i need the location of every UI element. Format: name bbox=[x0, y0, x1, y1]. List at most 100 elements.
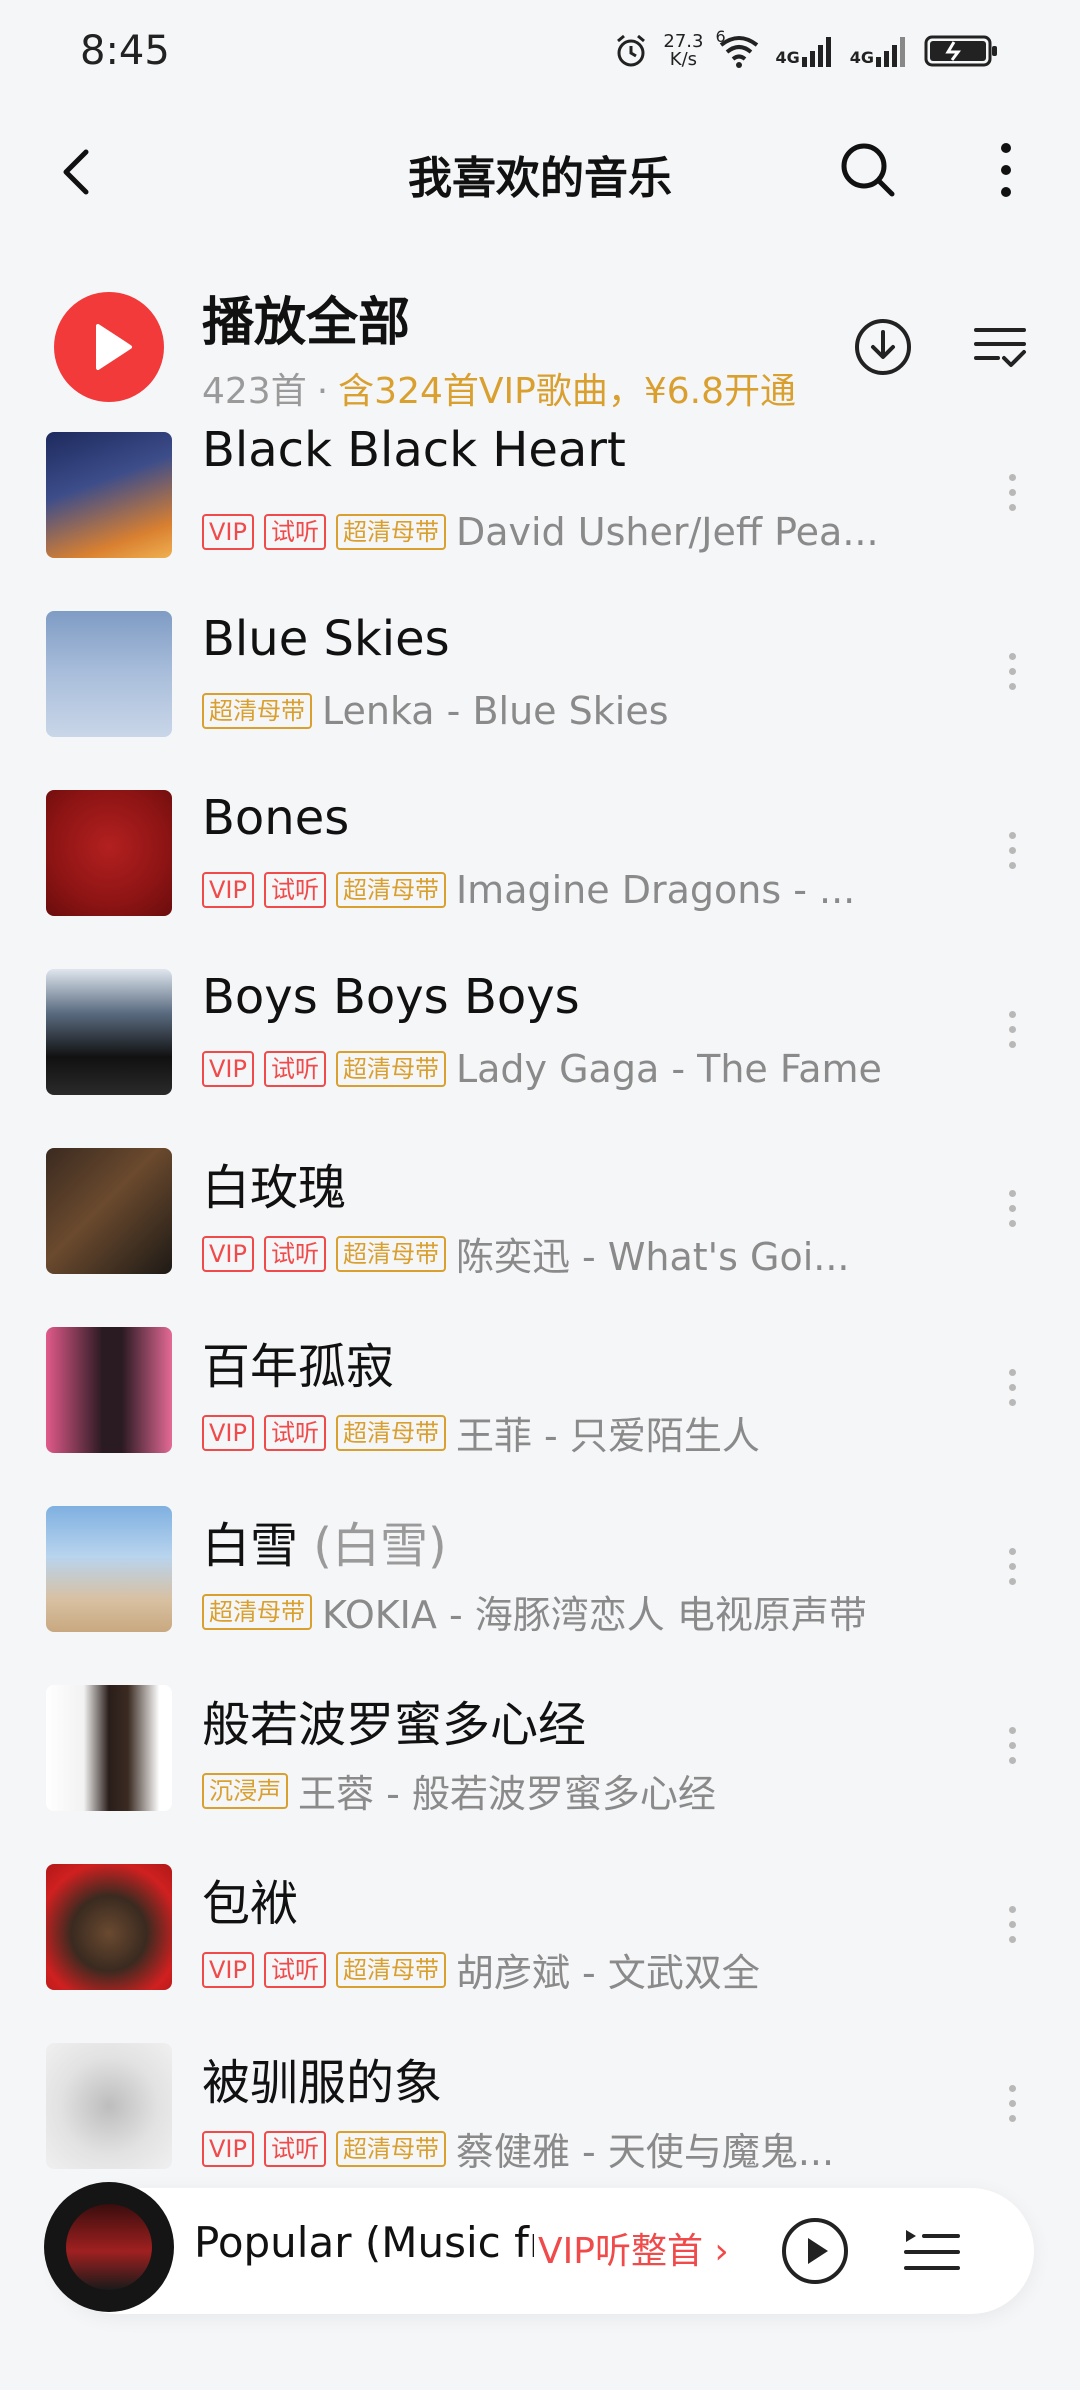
song-more-button[interactable] bbox=[1000, 828, 1024, 878]
song-row[interactable]: 被驯服的象 VIP 试听 超清母带 蔡健雅 - 天使与魔鬼... bbox=[0, 1999, 1080, 2178]
list-check-icon bbox=[974, 328, 1026, 367]
search-icon bbox=[841, 143, 895, 197]
page-title: 我喜欢的音乐 bbox=[408, 153, 672, 204]
song-more-button[interactable] bbox=[1000, 1365, 1024, 1415]
artist-album: Lenka - Blue Skies bbox=[322, 689, 669, 733]
vip-tag: VIP bbox=[202, 514, 254, 550]
wifi-icon: 6 bbox=[715, 27, 761, 69]
artist-album: 王菲 - 只爱陌生人 bbox=[455, 1414, 760, 1458]
artist-album: Lady Gaga - The Fame bbox=[455, 1047, 882, 1091]
hq-master-tag: 超清母带 bbox=[202, 693, 312, 729]
song-more-button[interactable] bbox=[1000, 1007, 1024, 1057]
song-title: Bones bbox=[202, 790, 350, 846]
mini-play-button[interactable] bbox=[780, 2216, 850, 2286]
song-title-alias: (白雪) bbox=[298, 1518, 447, 1574]
vip-tag: VIP bbox=[202, 1051, 254, 1087]
song-meta: 沉浸声 王蓉 - 般若波罗蜜多心经 bbox=[202, 1763, 892, 1818]
hq-master-tag: 超清母带 bbox=[335, 1951, 446, 1988]
album-cover bbox=[46, 1864, 172, 1990]
album-cover bbox=[46, 432, 172, 558]
album-cover bbox=[46, 969, 172, 1095]
trial-tag: 试听 bbox=[263, 2130, 326, 2167]
song-row[interactable]: Black Black Heart VIP 试听 超清母带 David Ushe… bbox=[0, 388, 1080, 567]
song-row[interactable]: Blue Skies 超清母带 Lenka - Blue Skies bbox=[0, 567, 1080, 746]
download-icon bbox=[855, 319, 911, 375]
song-row[interactable]: 白雪 (白雪) 超清母带 KOKIA - 海豚湾恋人 电视原声带 bbox=[0, 1462, 1080, 1641]
song-meta: VIP 试听 超清母带 Imagine Dragons - ... bbox=[202, 868, 892, 912]
song-meta: VIP 试听 超清母带 Lady Gaga - The Fame bbox=[202, 1047, 892, 1091]
net-speed: 27.3 K/s bbox=[663, 33, 703, 69]
immersive-tag: 沉浸声 bbox=[202, 1772, 288, 1809]
artist-album: KOKIA - 海豚湾恋人 电视原声带 bbox=[322, 1593, 867, 1637]
vip-tag: VIP bbox=[202, 872, 254, 908]
song-meta: 超清母带 KOKIA - 海豚湾恋人 电视原声带 bbox=[202, 1584, 892, 1639]
hq-master-tag: 超清母带 bbox=[335, 514, 446, 550]
album-cover bbox=[46, 1506, 172, 1632]
trial-tag: 试听 bbox=[263, 1414, 326, 1451]
song-row[interactable]: 白玫瑰 VIP 试听 超清母带 陈奕迅 - What's Goi... bbox=[0, 1104, 1080, 1283]
play-all-label: 播放全部 bbox=[202, 293, 411, 353]
playlist-icon bbox=[904, 2230, 960, 2270]
artist-album: 胡彦斌 - 文武双全 bbox=[455, 1951, 760, 1995]
now-playing-cover bbox=[66, 2204, 152, 2290]
alarm-icon bbox=[617, 34, 646, 67]
download-button[interactable] bbox=[852, 316, 914, 378]
song-row[interactable]: Bones VIP 试听 超清母带 Imagine Dragons - ... bbox=[0, 746, 1080, 925]
hq-master-tag: 超清母带 bbox=[335, 1051, 446, 1087]
battery-icon bbox=[924, 35, 997, 67]
net-speed-unit: K/s bbox=[669, 49, 698, 70]
mini-player[interactable]: Popular (Music fr VIP听整首 › bbox=[44, 2182, 1034, 2314]
song-row[interactable]: Boys Boys Boys VIP 试听 超清母带 Lady Gaga - T… bbox=[0, 925, 1080, 1104]
album-cover bbox=[46, 2043, 172, 2169]
play-icon bbox=[96, 324, 132, 370]
hq-master-tag: 超清母带 bbox=[202, 1593, 312, 1630]
trial-tag: 试听 bbox=[263, 514, 326, 550]
trial-tag: 试听 bbox=[263, 1235, 326, 1272]
play-all-button[interactable] bbox=[54, 292, 164, 402]
song-meta: VIP 试听 超清母带 王菲 - 只爱陌生人 bbox=[202, 1405, 892, 1460]
vip-tag: VIP bbox=[202, 2130, 254, 2167]
song-title: Boys Boys Boys bbox=[202, 969, 580, 1025]
song-meta: VIP 试听 超清母带 陈奕迅 - What's Goi... bbox=[202, 1226, 892, 1281]
song-row[interactable]: 百年孤寂 VIP 试听 超清母带 王菲 - 只爱陌生人 bbox=[0, 1283, 1080, 1462]
play-all-bar[interactable]: 播放全部 423首 · 含324首VIP歌曲，¥6.8开通 bbox=[0, 270, 1080, 412]
signal-1-icon: 4G bbox=[775, 35, 835, 67]
status-bar: 8:45 27.3 K/s 6 4G 4G bbox=[0, 0, 1080, 110]
song-title: 白玫瑰 bbox=[202, 1160, 347, 1216]
song-row[interactable]: 包袱 VIP 试听 超清母带 胡彦斌 - 文武双全 bbox=[0, 1820, 1080, 1999]
hq-master-tag: 超清母带 bbox=[335, 1414, 446, 1451]
song-title: 包袱 bbox=[202, 1876, 299, 1932]
header: 我喜欢的音乐 bbox=[0, 120, 1080, 220]
song-more-button[interactable] bbox=[1000, 1186, 1024, 1236]
album-cover bbox=[46, 1327, 172, 1453]
now-playing-disc[interactable] bbox=[44, 2182, 174, 2312]
song-row[interactable]: 般若波罗蜜多心经 沉浸声 王蓉 - 般若波罗蜜多心经 bbox=[0, 1641, 1080, 1820]
more-options-button[interactable] bbox=[984, 138, 1028, 202]
vip-full-song-link[interactable]: VIP听整首 › bbox=[534, 2222, 729, 2274]
song-more-button[interactable] bbox=[1000, 1544, 1024, 1594]
now-playing-title: Popular (Music fr bbox=[194, 2218, 547, 2267]
album-cover bbox=[46, 790, 172, 916]
artist-album: David Usher/Jeff Pea... bbox=[455, 510, 879, 554]
playlist-button[interactable] bbox=[902, 2222, 962, 2282]
song-meta: VIP 试听 超清母带 蔡健雅 - 天使与魔鬼... bbox=[202, 2121, 892, 2176]
song-more-button[interactable] bbox=[1000, 649, 1024, 699]
status-icons: 27.3 K/s 6 4G 4G bbox=[613, 26, 1000, 76]
song-more-button[interactable] bbox=[1000, 1723, 1024, 1773]
hq-master-tag: 超清母带 bbox=[335, 872, 446, 908]
trial-tag: 试听 bbox=[263, 1951, 326, 1988]
song-title: 被驯服的象 bbox=[202, 2055, 443, 2111]
search-button[interactable] bbox=[836, 138, 900, 202]
vip-promo-link[interactable]: 含324首VIP歌曲，¥6.8开通 bbox=[338, 371, 796, 412]
separator-dot: · bbox=[316, 371, 329, 412]
multi-select-button[interactable] bbox=[970, 316, 1030, 376]
song-title-main: 白雪 bbox=[202, 1518, 299, 1574]
wifi-badge: 6 bbox=[715, 27, 726, 46]
signal-2-label: 4G bbox=[849, 48, 874, 67]
song-more-button[interactable] bbox=[1000, 470, 1024, 520]
vip-tag: VIP bbox=[202, 1414, 254, 1451]
song-title: Black Black Heart bbox=[202, 422, 626, 478]
song-more-button[interactable] bbox=[1000, 2081, 1024, 2131]
song-more-button[interactable] bbox=[1000, 1902, 1024, 1952]
status-time: 8:45 bbox=[80, 28, 170, 74]
